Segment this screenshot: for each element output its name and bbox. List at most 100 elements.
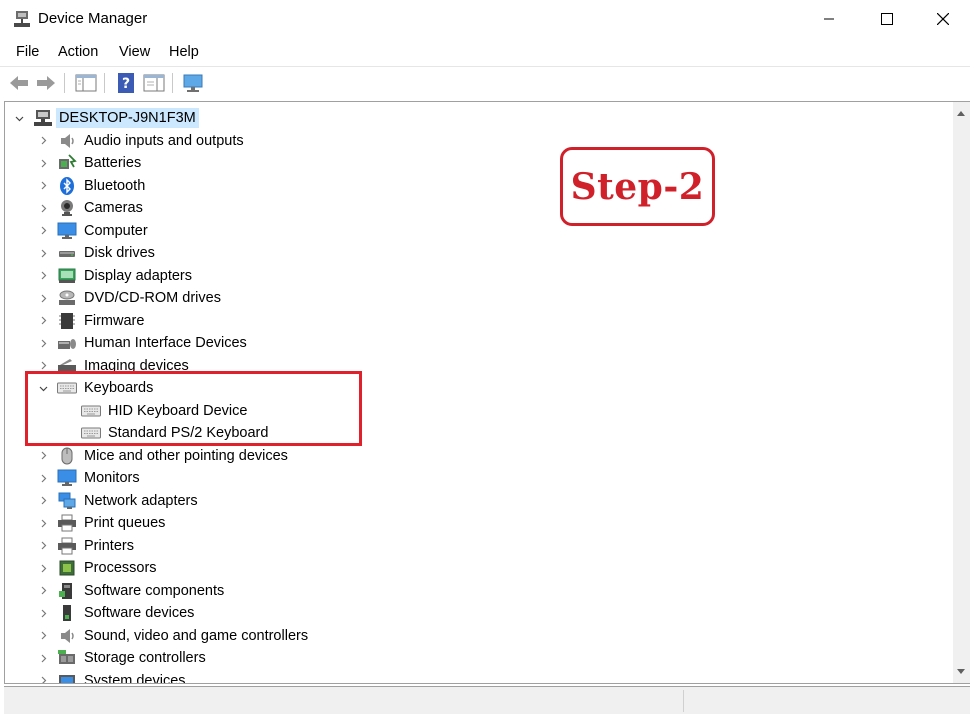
tree-item-bluetooth[interactable]: Bluetooth [5,175,945,197]
keyboard-icon [81,423,101,443]
scanner-icon [57,356,77,376]
expand-chevron-icon[interactable] [37,197,49,219]
expand-chevron-icon[interactable] [37,602,49,624]
tree-item-print-queues[interactable]: Print queues [5,512,945,534]
svg-text:?: ? [122,76,130,92]
expand-chevron-icon[interactable] [37,580,49,602]
expand-chevron-icon[interactable] [37,625,49,647]
menu-file[interactable]: File [16,44,39,60]
expand-chevron-icon[interactable] [37,175,49,197]
tree-item-cameras[interactable]: Cameras [5,197,945,219]
expand-chevron-icon[interactable] [37,535,49,557]
tree-item-storage-controllers[interactable]: Storage controllers [5,647,945,669]
scroll-down-arrow[interactable] [957,669,965,674]
tree-item-monitors[interactable]: Monitors [5,467,945,489]
tree-item-standard-ps-2-keyboard[interactable]: Standard PS/2 Keyboard [5,422,945,444]
expand-chevron-icon[interactable] [37,332,49,354]
category-label: Printers [84,537,134,554]
category-label: System devices [84,672,186,684]
tree-item-human-interface-devices[interactable]: Human Interface Devices [5,332,945,354]
camera-icon [57,198,77,218]
tree-root[interactable]: DESKTOP-J9N1F3M [5,107,945,129]
tree-item-display-adapters[interactable]: Display adapters [5,265,945,287]
menu-help[interactable]: Help [169,44,199,60]
device-manager-icon [14,11,30,27]
collapse-chevron-icon[interactable] [13,107,25,129]
minimize-icon [824,18,834,20]
tree-item-software-components[interactable]: Software components [5,580,945,602]
expand-chevron-icon[interactable] [37,445,49,467]
category-label: Monitors [84,470,140,486]
expand-chevron-icon[interactable] [37,265,49,287]
toolbar-separator [64,73,65,93]
forward-icon [37,76,55,90]
forward-button[interactable] [34,71,58,95]
tree-item-audio-inputs-and-outputs[interactable]: Audio inputs and outputs [5,130,945,152]
expand-chevron-icon[interactable] [37,310,49,332]
status-bar [4,686,970,714]
help-button[interactable]: ? [114,71,138,95]
speaker-icon [57,626,77,646]
expand-chevron-icon[interactable] [37,152,49,174]
device-label: Standard PS/2 Keyboard [108,425,269,441]
tree-item-network-adapters[interactable]: Network adapters [5,490,945,512]
keyboard-icon [57,378,77,398]
toolbar: ? [0,66,970,97]
tree-item-dvd-cd-rom-drives[interactable]: DVD/CD-ROM drives [5,287,945,309]
hid-icon [57,333,77,353]
tree-item-printers[interactable]: Printers [5,535,945,557]
menu-action[interactable]: Action [58,44,98,60]
tree-item-computer[interactable]: Computer [5,220,945,242]
dvd-drive-icon [57,288,77,308]
vertical-scrollbar[interactable] [953,102,970,683]
expand-chevron-icon[interactable] [37,557,49,579]
root-label: DESKTOP-J9N1F3M [56,108,199,128]
speaker-icon [57,131,77,151]
category-label: Audio inputs and outputs [84,132,244,149]
category-label: Keyboards [84,380,154,396]
tree-item-mice-and-other-pointing-devices[interactable]: Mice and other pointing devices [5,445,945,467]
properties-button[interactable] [142,71,166,95]
show-hide-tree-button[interactable] [74,71,98,95]
scan-hardware-button[interactable] [181,71,205,95]
expand-chevron-icon[interactable] [37,355,49,377]
expand-chevron-icon[interactable] [37,287,49,309]
show-hide-tree-icon [75,74,97,92]
expand-chevron-icon[interactable] [37,220,49,242]
tree-item-hid-keyboard-device[interactable]: HID Keyboard Device [5,400,945,422]
close-button[interactable] [916,0,970,38]
tree-item-batteries[interactable]: Batteries [5,152,945,174]
device-tree[interactable]: DESKTOP-J9N1F3M Audio inputs and outputs B… [4,101,970,684]
category-label: Print queues [84,515,166,531]
expand-chevron-icon[interactable] [37,670,49,683]
keyboard-icon [81,401,101,421]
expand-chevron-icon[interactable] [37,467,49,489]
maximize-button[interactable] [858,0,916,38]
collapse-chevron-icon[interactable] [37,377,49,399]
tree-item-firmware[interactable]: Firmware [5,310,945,332]
expand-chevron-icon[interactable] [37,647,49,669]
tree-item-imaging-devices[interactable]: Imaging devices [5,355,945,377]
tree-item-sound-video-and-game-controllers[interactable]: Sound, video and game controllers [5,625,945,647]
category-label: Mice and other pointing devices [84,447,288,464]
back-button[interactable] [7,71,31,95]
category-label: Display adapters [84,267,192,284]
expand-chevron-icon[interactable] [37,242,49,264]
scroll-up-arrow[interactable] [957,111,965,116]
tree-item-processors[interactable]: Processors [5,557,945,579]
monitor-icon [57,468,77,488]
expand-chevron-icon[interactable] [37,130,49,152]
expand-chevron-icon[interactable] [37,512,49,534]
tree-item-software-devices[interactable]: Software devices [5,602,945,624]
tree-item-disk-drives[interactable]: Disk drives [5,242,945,264]
category-label: Bluetooth [84,177,146,194]
menu-view[interactable]: View [119,44,150,60]
system-device-icon [57,671,77,683]
expand-chevron-icon[interactable] [37,490,49,512]
title-bar: Device Manager [0,0,970,38]
tree-item-system-devices[interactable]: System devices [5,670,945,684]
tree-item-keyboards[interactable]: Keyboards [5,377,945,399]
close-icon [937,13,949,25]
network-icon [57,491,77,511]
minimize-button[interactable] [800,0,858,38]
